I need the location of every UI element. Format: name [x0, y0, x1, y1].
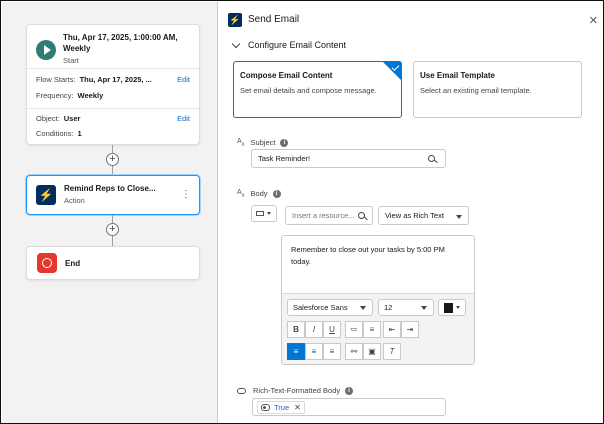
chevron-down-icon [231, 39, 241, 48]
toggle-icon [237, 387, 246, 394]
underline-button[interactable]: U [323, 321, 341, 338]
choice-desc: Set email details and compose message. [240, 86, 377, 95]
choice-title: Use Email Template [420, 71, 495, 80]
compose-email-option[interactable]: Compose Email Content Set email details … [233, 61, 402, 118]
bold-button[interactable]: B [287, 321, 305, 338]
font-size-select[interactable]: 12 [378, 299, 434, 316]
link-button[interactable]: ⚯ [345, 343, 363, 360]
action-subtitle: Action [64, 196, 85, 205]
action-node-card[interactable]: ⚡ Remind Reps to Close... Action ⋮ [26, 175, 200, 215]
panel-header: ⚡ Send Email [219, 2, 603, 37]
more-options-icon[interactable]: ⋮ [181, 189, 191, 200]
font-family-select[interactable]: Salesforce Sans [287, 299, 373, 316]
end-node-card[interactable]: End [26, 246, 200, 280]
clear-format-button[interactable]: T [383, 343, 401, 360]
end-label: End [65, 258, 81, 268]
body-label-row: Aa Body i [237, 189, 281, 198]
align-center-button[interactable]: ≡ [305, 343, 323, 360]
frequency-label: Frequency: [36, 91, 74, 100]
stop-icon [37, 253, 57, 273]
remove-icon[interactable]: ✕ [294, 403, 301, 412]
insert-resource-placeholder: Insert a resource... [292, 211, 355, 220]
send-email-panel: ⚡ Send Email ✕ Configure Email Content C… [219, 2, 603, 423]
chevron-down-icon [421, 306, 427, 310]
start-title-line1: Thu, Apr 17, 2025, 1:00:00 AM, [63, 33, 178, 42]
lightning-icon: ⚡ [228, 12, 242, 27]
flow-starts-label: Flow Starts: [36, 75, 76, 84]
true-pill[interactable]: True ✕ [257, 400, 305, 414]
rich-text-input[interactable]: True ✕ [252, 398, 446, 416]
subject-value: Task Reminder! [258, 154, 311, 163]
frequency-value: Weekly [77, 91, 104, 100]
view-mode-value: View as Rich Text [385, 211, 444, 220]
text-type-icon: Aa [237, 189, 245, 199]
start-node-header: Thu, Apr 17, 2025, 1:00:00 AM, Weekly St… [27, 25, 199, 69]
align-right-button[interactable]: ≡ [323, 343, 341, 360]
flow-canvas: Thu, Apr 17, 2025, 1:00:00 AM, Weekly St… [2, 2, 218, 423]
chevron-down-icon [456, 306, 460, 309]
info-icon[interactable]: i [272, 189, 281, 198]
conditions-label: Conditions: [36, 129, 74, 138]
color-swatch [444, 302, 453, 313]
chevron-down-icon [456, 215, 462, 219]
choice-desc: Select an existing email template. [420, 86, 532, 95]
choice-title: Compose Email Content [240, 71, 333, 80]
edit-schedule-link[interactable]: Edit [177, 75, 190, 84]
view-mode-select[interactable]: View as Rich Text [378, 206, 469, 225]
lightning-icon: ⚡ [36, 184, 56, 205]
rich-text-label: Rich-Text-Formatted Body [253, 386, 341, 395]
pill-value: True [274, 402, 290, 412]
play-icon [36, 40, 56, 60]
editor-content[interactable]: Remember to close out your tasks by 5:00… [282, 236, 474, 276]
subject-label-row: Aa Subject i [237, 138, 289, 148]
schedule-section: Flow Starts: Thu, Apr 17, 2025, ... Edit… [27, 69, 199, 109]
object-section: Object: User Edit Conditions: 1 [27, 109, 199, 144]
rich-text-label-row: Rich-Text-Formatted Body i [237, 386, 354, 395]
editor-toolbar: Salesforce Sans 12 B I U ≔ ≡ ⇤ ⇥ ≡ ≡ ≡ ⚯… [282, 293, 474, 364]
conditions-value: 1 [77, 129, 82, 138]
app-frame: Thu, Apr 17, 2025, 1:00:00 AM, Weekly St… [0, 0, 604, 424]
image-button[interactable]: ▣ [363, 343, 381, 360]
add-element-button[interactable]: + [106, 153, 119, 166]
font-family-value: Salesforce Sans [293, 303, 348, 312]
bullet-list-button[interactable]: ≔ [345, 321, 363, 338]
indent-button[interactable]: ⇥ [401, 321, 419, 338]
text-type-icon: Aa [237, 138, 245, 148]
numbered-list-button[interactable]: ≡ [363, 321, 381, 338]
subject-label: Subject [250, 138, 276, 148]
use-template-option[interactable]: Use Email Template Select an existing em… [413, 61, 582, 118]
start-subtitle: Start [63, 56, 79, 65]
search-icon [358, 212, 365, 219]
outdent-button[interactable]: ⇤ [383, 321, 401, 338]
body-label: Body [250, 189, 268, 199]
toggle-icon [261, 403, 270, 411]
format-picker-button[interactable] [251, 205, 277, 222]
italic-button[interactable]: I [305, 321, 323, 338]
object-value: User [63, 114, 81, 123]
action-title: Remind Reps to Close... [64, 184, 156, 193]
start-title-line2: Weekly [63, 44, 91, 53]
edit-object-link[interactable]: Edit [177, 114, 190, 123]
align-left-button[interactable]: ≡ [287, 343, 305, 360]
insert-resource-input[interactable]: Insert a resource... [285, 206, 373, 225]
chevron-down-icon [360, 306, 366, 310]
info-icon[interactable]: i [345, 386, 354, 395]
configure-section-toggle[interactable]: Configure Email Content [231, 39, 347, 50]
section-title: Configure Email Content [248, 40, 347, 50]
flow-starts-value: Thu, Apr 17, 2025, ... [79, 75, 152, 84]
format-icon [256, 211, 264, 216]
text-color-picker[interactable] [438, 299, 466, 316]
object-label: Object: [36, 114, 60, 123]
chevron-down-icon [267, 212, 271, 215]
search-icon[interactable] [428, 155, 435, 162]
start-node-card[interactable]: Thu, Apr 17, 2025, 1:00:00 AM, Weekly St… [26, 24, 200, 145]
panel-title: Send Email [248, 14, 300, 25]
font-size-value: 12 [384, 303, 393, 312]
subject-input[interactable]: Task Reminder! [251, 149, 446, 168]
info-icon[interactable]: i [280, 138, 289, 147]
close-icon[interactable]: ✕ [589, 14, 598, 27]
add-element-button[interactable]: + [106, 223, 119, 236]
rich-text-editor[interactable]: Remember to close out your tasks by 5:00… [281, 235, 475, 365]
